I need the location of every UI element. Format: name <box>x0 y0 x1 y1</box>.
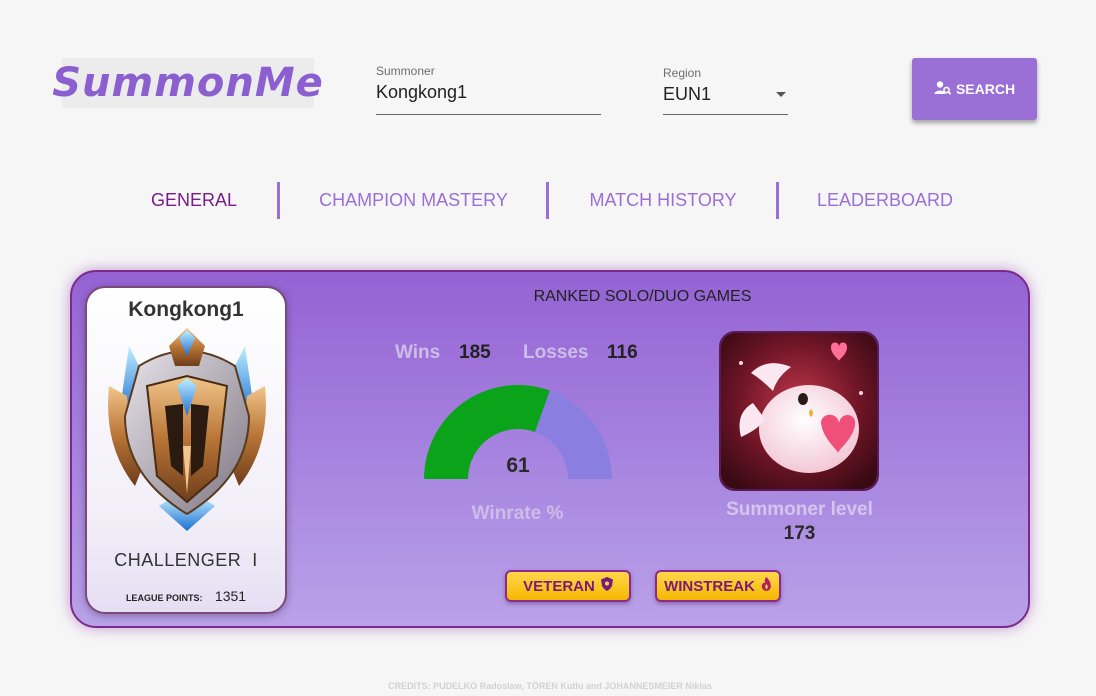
tab-leaderboard[interactable]: LEADERBOARD <box>810 190 960 211</box>
rank-tier: CHALLENGER I <box>87 550 285 571</box>
league-points-value: 1351 <box>214 588 247 604</box>
challenger-emblem-icon <box>99 326 275 541</box>
losses-value: 116 <box>607 342 638 363</box>
wins-label: Wins <box>395 342 441 363</box>
profile-card: Kongkong1 CHALLENGER I LEAGUE POINTS: 13… <box>85 286 287 614</box>
rank-name: CHALLENGER <box>114 550 242 570</box>
user-search-icon <box>934 80 952 99</box>
search-button-label: SEARCH <box>955 81 1016 97</box>
flame-icon <box>761 577 772 595</box>
credits-footer: CREDITS: PUDELKO Radoslaw, TÖREN Kutlu a… <box>388 681 712 691</box>
winstreak-badge: WINSTREAK <box>655 570 781 602</box>
region-field-value[interactable]: EUN1 <box>663 84 711 105</box>
league-points-label: LEAGUE POINTS: <box>125 593 203 603</box>
tab-champion-mastery[interactable]: CHAMPION MASTERY <box>306 190 521 211</box>
summoner-input[interactable]: Summoner Kongkong1 <box>376 64 601 115</box>
veteran-badge: VETERAN <box>505 570 631 602</box>
rank-division: I <box>252 550 258 570</box>
profile-name: Kongkong1 <box>128 298 244 321</box>
summoner-icon <box>719 331 879 491</box>
tab-divider <box>776 182 779 219</box>
winrate-label: Winrate % <box>471 503 564 524</box>
badge-label: VETERAN <box>523 577 595 595</box>
tab-general[interactable]: GENERAL <box>140 190 248 211</box>
summoner-level-label: Summoner level <box>726 499 873 520</box>
ranked-section-title: RANKED SOLO/DUO GAMES <box>533 288 752 305</box>
losses-label: Losses <box>523 342 589 363</box>
app-logo: SummonMe <box>52 58 324 108</box>
tab-match-history[interactable]: MATCH HISTORY <box>578 190 748 211</box>
wins-value: 185 <box>459 342 491 363</box>
search-button[interactable]: SEARCH <box>912 58 1037 120</box>
tab-divider <box>546 182 549 219</box>
winrate-value: 61 <box>506 454 530 477</box>
summoner-field-label: Summoner <box>376 64 435 78</box>
league-points: LEAGUE POINTS: 1351 <box>87 588 285 606</box>
chevron-down-icon[interactable] <box>776 92 786 97</box>
tab-divider <box>277 182 280 219</box>
region-select[interactable]: Region EUN1 <box>663 66 788 115</box>
summoner-field-value[interactable]: Kongkong1 <box>376 82 601 103</box>
shield-icon <box>600 577 613 595</box>
region-field-label: Region <box>663 66 702 80</box>
badge-label: WINSTREAK <box>664 577 755 595</box>
summoner-level-value: 173 <box>783 523 816 544</box>
